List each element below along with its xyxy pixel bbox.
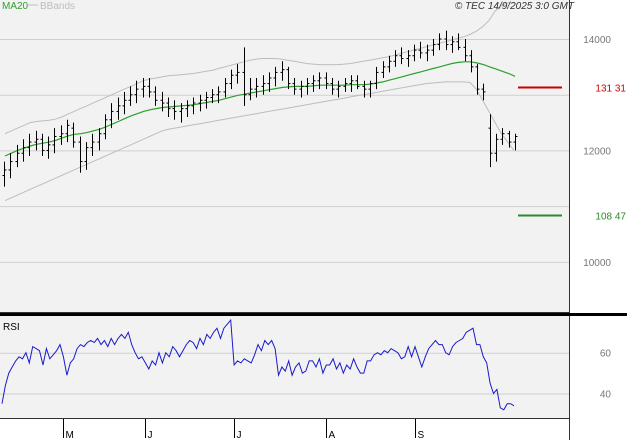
price-y-tick-label: 14000	[583, 35, 611, 46]
x-axis-tick-label: A	[329, 430, 336, 440]
rsi-label: RSI	[3, 322, 20, 333]
x-axis-tick-label: M	[66, 430, 74, 440]
x-axis-tick-label: S	[418, 430, 425, 440]
legend-bb-label: BBands	[40, 1, 75, 12]
copyright-stamp: © TEC 14/9/2025 3:0 GMT	[455, 1, 575, 12]
panel-separator	[0, 313, 627, 316]
x-axis-tick-label: J	[237, 430, 242, 440]
rsi-panel: 40 60 RSI	[0, 316, 611, 419]
rsi-plot-area	[0, 316, 569, 418]
price-y-tick-label: 10000	[583, 258, 611, 269]
rsi-y-tick-label: 40	[600, 390, 612, 401]
price-plot-area	[0, 0, 569, 312]
rsi-y-tick-label: 60	[600, 349, 612, 360]
resistance-level-label: 131 31	[595, 84, 626, 95]
support-level-label: 108 47	[595, 212, 626, 223]
x-axis-tick-label: J	[148, 430, 153, 440]
stock-chart: 10000 12000 14000 131 31 108 47 MA20 BBands…	[0, 0, 627, 440]
price-y-tick-label: 12000	[583, 146, 611, 157]
legend-ma-label: MA20	[2, 1, 29, 12]
